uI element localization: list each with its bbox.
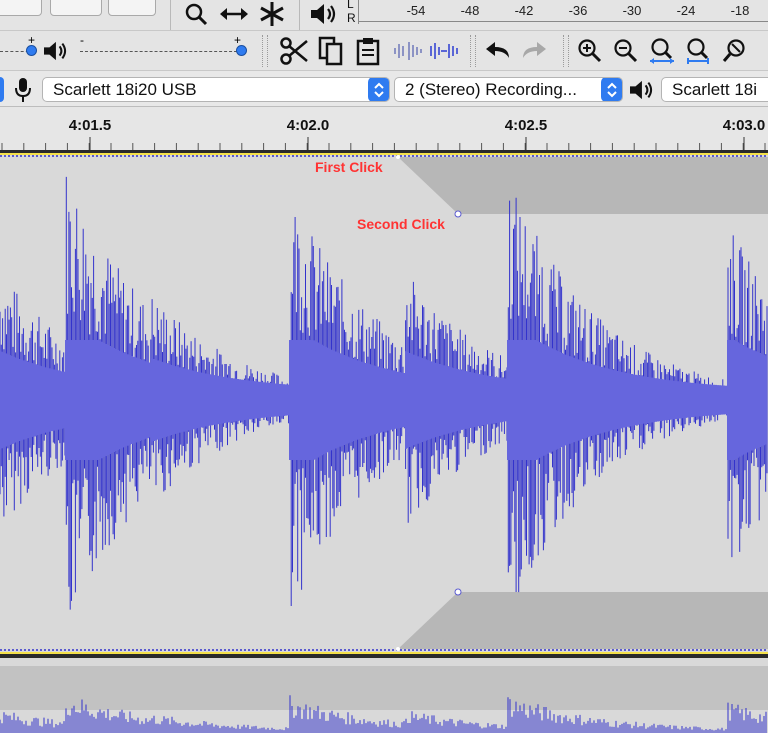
meter-left-label: L xyxy=(347,0,354,11)
envelope-bottom-region xyxy=(398,592,768,649)
playback-speaker-icon xyxy=(40,37,70,65)
timeline-ruler[interactable]: 4:01.5 4:02.0 4:02.5 4:03.0 xyxy=(0,106,768,152)
envelope-point-first xyxy=(396,155,400,159)
first-click-annotation: First Click xyxy=(315,159,383,175)
slider-thumb[interactable] xyxy=(236,45,247,56)
zoom-toggle-icon[interactable] xyxy=(716,35,756,67)
zoom-in-icon[interactable] xyxy=(572,35,608,67)
playback-volume-slider[interactable]: - + xyxy=(78,33,250,63)
meter-tick: -24 xyxy=(676,3,696,18)
slider-minus-label: - xyxy=(80,33,84,47)
record-button[interactable] xyxy=(108,0,156,16)
meter-right-label: R xyxy=(347,11,356,25)
ruler-ticks xyxy=(1,137,766,151)
recording-volume-slider[interactable]: + xyxy=(0,33,38,63)
cut-icon[interactable] xyxy=(276,35,312,67)
meter-tick: -30 xyxy=(622,3,642,18)
multi-tool-icon[interactable] xyxy=(255,0,289,28)
microphone-icon xyxy=(10,76,36,104)
envelope-point-first-bottom xyxy=(396,647,400,651)
ruler-label: 4:03.0 xyxy=(722,117,766,134)
undo-icon[interactable] xyxy=(480,35,516,67)
speaker-icon xyxy=(306,0,340,28)
time-shift-tool-icon[interactable] xyxy=(216,0,252,28)
audio-track[interactable]: First Click Second Click xyxy=(0,150,768,658)
fit-selection-icon[interactable] xyxy=(644,35,680,67)
envelope-point-bottom xyxy=(454,588,462,596)
recording-device-value: Scarlett 18i20 USB xyxy=(53,80,197,99)
chevron-updown-icon xyxy=(368,78,389,101)
transport-button-left[interactable] xyxy=(0,0,42,16)
copy-icon[interactable] xyxy=(313,35,349,67)
envelope-top-region xyxy=(398,157,768,214)
recording-channels-select[interactable]: 2 (Stereo) Recording... xyxy=(394,77,623,102)
ruler-label: 4:02.5 xyxy=(504,117,548,134)
second-audio-track[interactable] xyxy=(0,658,768,733)
meter-tick: -42 xyxy=(514,3,534,18)
device-toolbar: Scarlett 18i20 USB 2 (Stereo) Recording.… xyxy=(0,70,768,107)
chevron-updown-icon xyxy=(601,78,622,101)
second-click-annotation: Second Click xyxy=(357,216,445,232)
silence-audio-icon[interactable] xyxy=(426,35,462,67)
edit-toolbar: + - + xyxy=(0,30,768,71)
slider-thumb[interactable] xyxy=(26,45,37,56)
meter-tick: -48 xyxy=(460,3,480,18)
zoom-tool-icon[interactable] xyxy=(180,0,212,28)
transport-button-mid[interactable] xyxy=(50,0,102,16)
host-dropdown-arrow[interactable] xyxy=(0,77,4,102)
paste-icon[interactable] xyxy=(350,35,386,67)
recording-device-select[interactable]: Scarlett 18i20 USB xyxy=(42,77,390,102)
trim-audio-icon[interactable] xyxy=(390,35,426,67)
playback-meter[interactable]: -54 -48 -42 -36 -30 -24 -18 xyxy=(358,0,768,24)
meter-tick: -18 xyxy=(730,3,750,18)
redo-icon[interactable] xyxy=(516,35,552,67)
recording-channels-value: 2 (Stereo) Recording... xyxy=(405,80,577,99)
ruler-label: 4:01.5 xyxy=(68,117,112,134)
meter-tick: -54 xyxy=(406,3,426,18)
zoom-out-icon[interactable] xyxy=(608,35,644,67)
playback-device-value: Scarlett 18i xyxy=(672,80,758,99)
ruler-label: 4:02.0 xyxy=(286,117,330,134)
envelope-point-top xyxy=(454,210,462,218)
fit-project-icon[interactable] xyxy=(680,35,716,67)
meter-tick: -36 xyxy=(568,3,588,18)
playback-device-speaker-icon xyxy=(626,76,656,104)
playback-device-select[interactable]: Scarlett 18i xyxy=(661,77,768,102)
top-toolbar: L R -54 -48 -42 -36 -30 -24 -18 xyxy=(0,0,768,30)
